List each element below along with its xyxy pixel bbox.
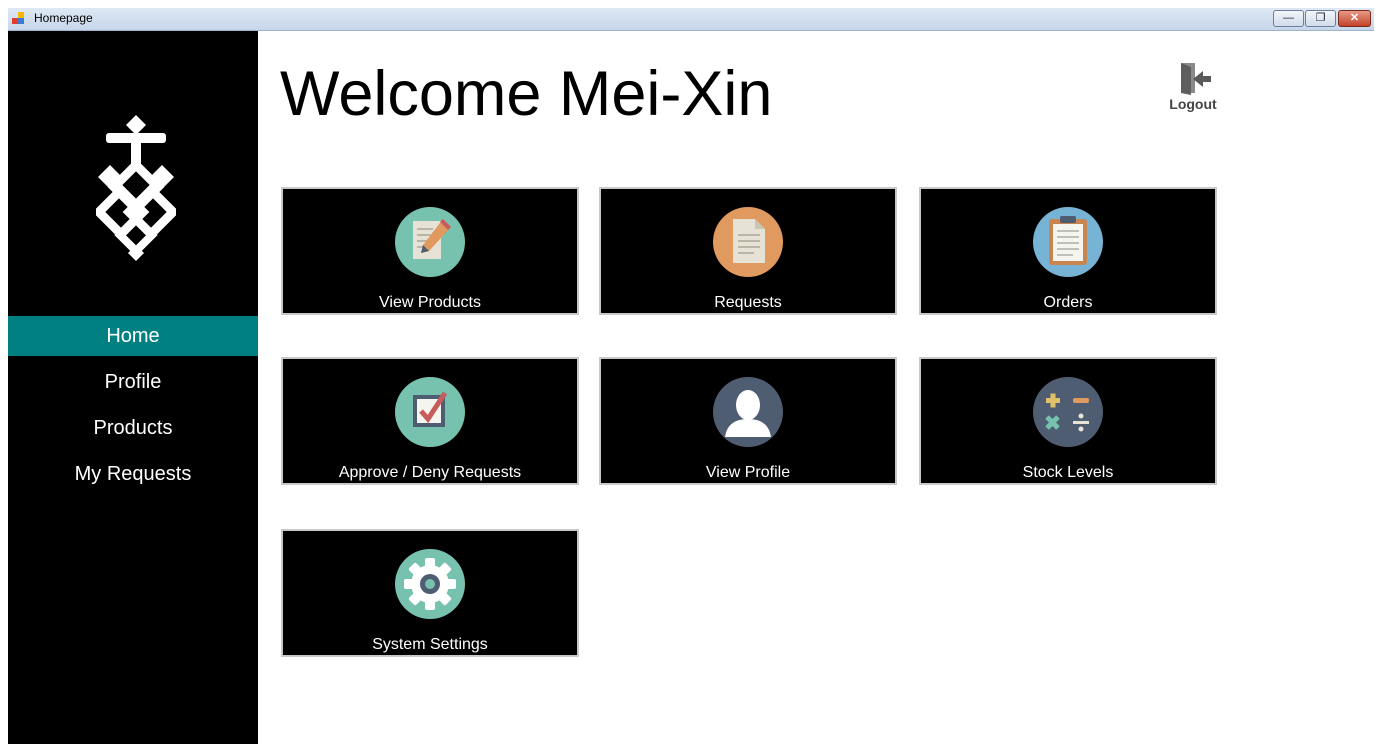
tile-requests[interactable]: Requests: [599, 187, 897, 315]
tile-approve-deny-requests[interactable]: Approve / Deny Requests: [281, 357, 579, 485]
checkbox-icon: [395, 377, 465, 447]
logout-label: Logout: [1169, 96, 1217, 112]
close-button[interactable]: ✕: [1338, 10, 1371, 27]
tile-view-products[interactable]: View Products: [281, 187, 579, 315]
sidebar-nav: Home Profile Products My Requests: [8, 316, 258, 500]
edit-document-icon: [395, 207, 465, 277]
logout-door-icon: [1181, 63, 1211, 95]
sidebar-item-profile[interactable]: Profile: [8, 362, 258, 402]
logout-button[interactable]: Logout: [1163, 60, 1223, 116]
window-titlebar[interactable]: Homepage — ❐ ✕: [8, 8, 1374, 31]
user-icon: [713, 377, 783, 447]
gear-icon: [395, 549, 465, 619]
tile-stock-levels[interactable]: Stock Levels: [919, 357, 1217, 485]
document-icon: [713, 207, 783, 277]
restore-button[interactable]: ❐: [1305, 10, 1336, 27]
tile-system-settings[interactable]: System Settings: [281, 529, 579, 657]
tile-label: Approve / Deny Requests: [338, 464, 522, 481]
window-left-edge: [0, 8, 8, 744]
minimize-button[interactable]: —: [1273, 10, 1304, 27]
window-right-edge: [1374, 8, 1382, 744]
tile-view-profile[interactable]: View Profile: [599, 357, 897, 485]
close-icon: ✕: [1349, 12, 1360, 24]
sidebar-item-home[interactable]: Home: [8, 316, 258, 356]
calculator-icon: [1033, 377, 1103, 447]
clipboard-icon: [1033, 207, 1103, 277]
tile-label: View Products: [379, 294, 481, 311]
tile-orders[interactable]: Orders: [919, 187, 1217, 315]
sidebar: Home Profile Products My Requests: [8, 31, 258, 744]
sidebar-item-products[interactable]: Products: [8, 408, 258, 448]
minimize-icon: —: [1283, 12, 1294, 24]
sidebar-item-my-requests[interactable]: My Requests: [8, 454, 258, 494]
tile-label: Stock Levels: [1022, 464, 1114, 481]
window-top-edge: [0, 0, 1382, 8]
tile-label: View Profile: [705, 464, 791, 481]
tile-label: Requests: [714, 294, 782, 311]
app-window-icon: [12, 12, 26, 25]
window-title: Homepage: [34, 11, 93, 25]
restore-icon: ❐: [1315, 12, 1326, 24]
page-title: Welcome Mei-Xin: [280, 59, 773, 129]
tile-label: System Settings: [372, 636, 488, 653]
tile-label: Orders: [1043, 294, 1093, 311]
knot-logo-icon: [96, 115, 176, 261]
